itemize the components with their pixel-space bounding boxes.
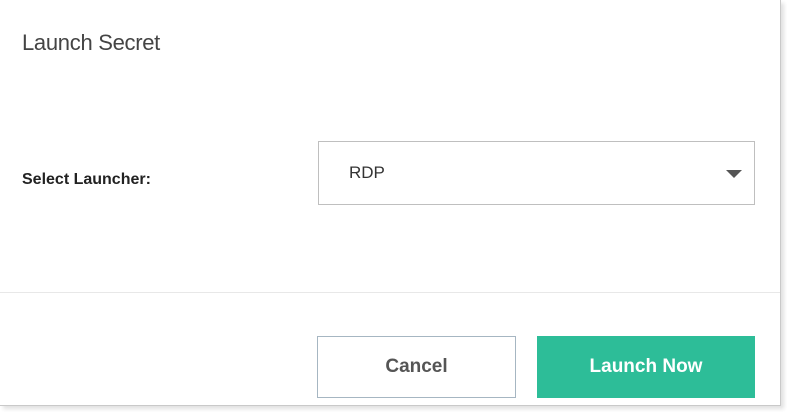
launch-now-button[interactable]: Launch Now xyxy=(537,336,755,398)
launch-secret-dialog: Launch Secret Select Launcher: RDP Cance… xyxy=(0,0,781,406)
launcher-select[interactable]: RDP xyxy=(318,141,755,205)
dialog-title: Launch Secret xyxy=(22,30,160,55)
footer-divider xyxy=(0,292,780,293)
select-launcher-label: Select Launcher: xyxy=(22,171,151,188)
launcher-select-value: RDP xyxy=(349,163,385,182)
cancel-button[interactable]: Cancel xyxy=(317,336,516,398)
caret-down-icon xyxy=(726,170,742,178)
